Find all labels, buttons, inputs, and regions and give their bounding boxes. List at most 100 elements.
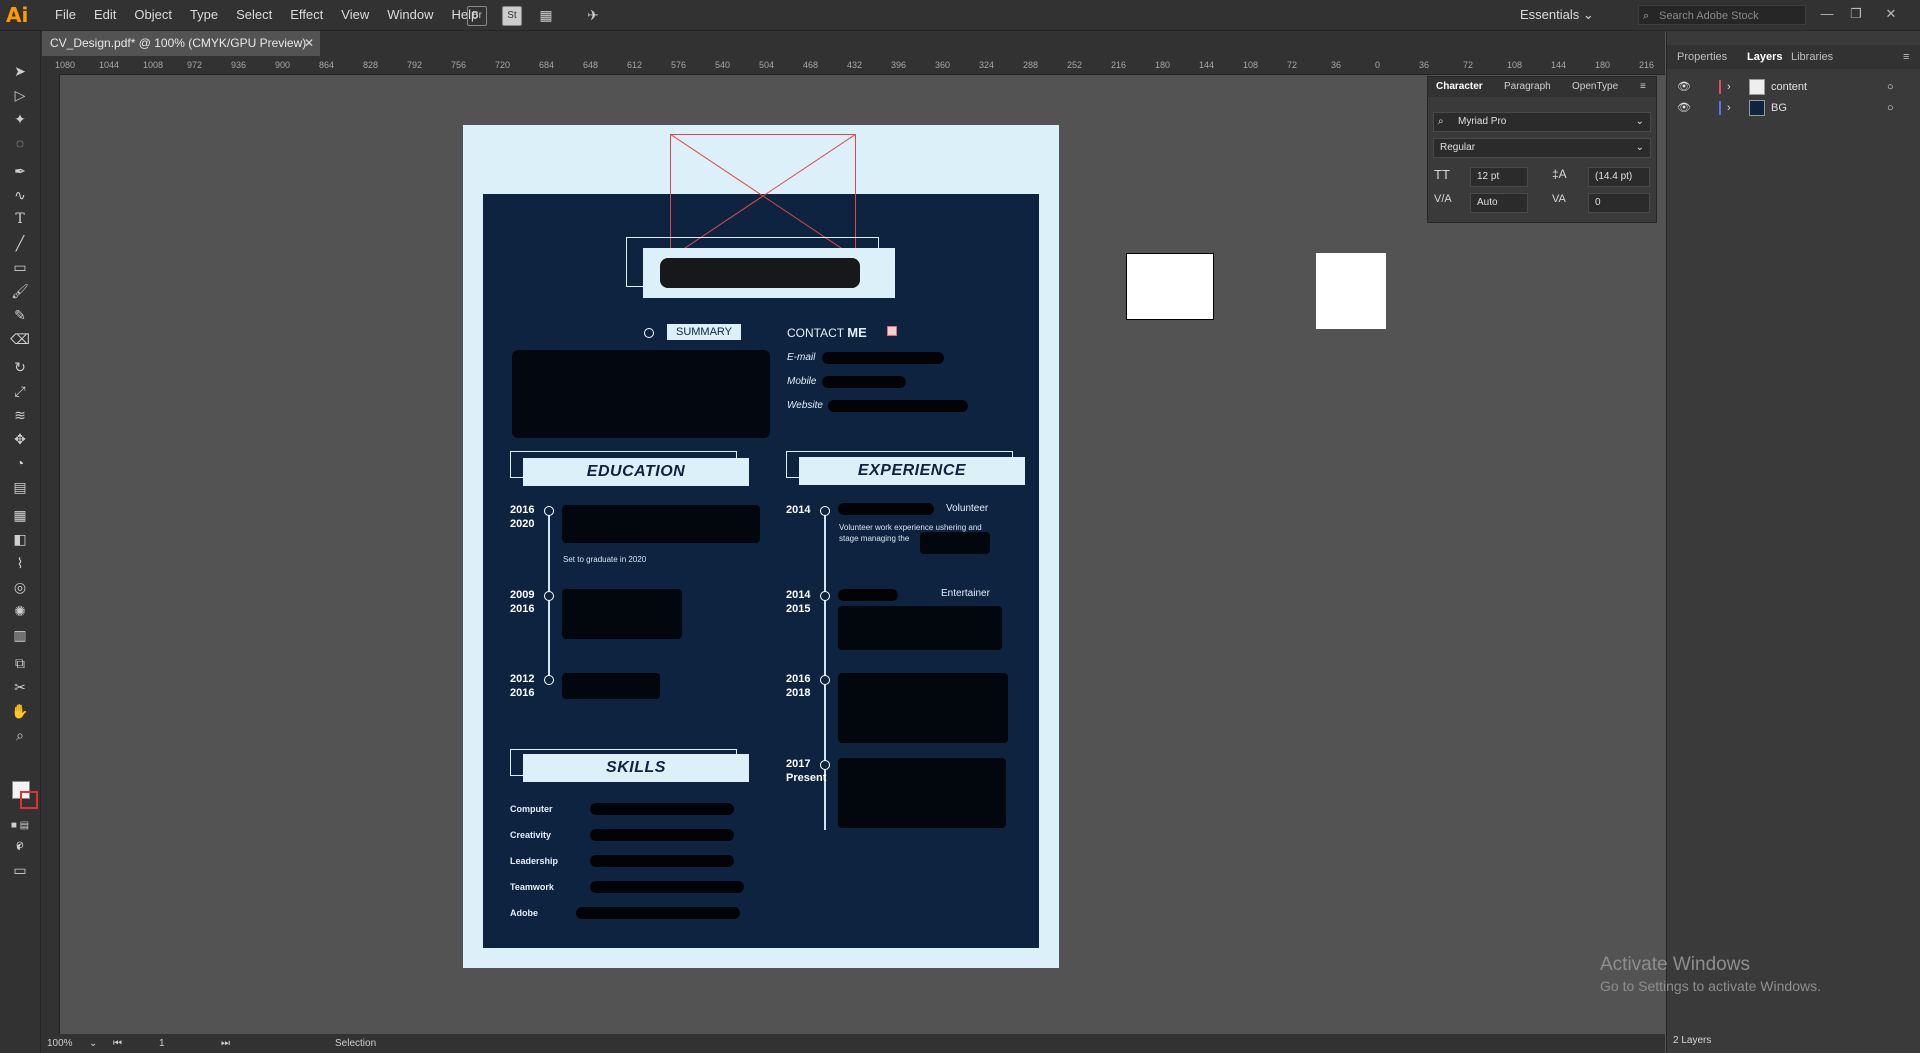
workspace-switcher[interactable]: Essentials ⌄: [1520, 5, 1600, 25]
direct-selection-tool-icon[interactable]: ▷: [8, 85, 32, 105]
tab-paragraph[interactable]: Paragraph: [1504, 77, 1551, 97]
eraser-icon[interactable]: ⌫: [8, 329, 32, 349]
zoom-level[interactable]: 100%: [47, 1034, 73, 1053]
layer-thumbnail-content: [1749, 79, 1765, 95]
menu-object[interactable]: Object: [125, 0, 181, 30]
tab-properties[interactable]: Properties: [1677, 45, 1727, 69]
gpu-performance-icon[interactable]: ✈: [584, 6, 602, 24]
stroke-swatch[interactable]: [20, 791, 38, 809]
line-tool-icon[interactable]: ╱: [8, 233, 32, 253]
canvas-rectangle-1[interactable]: [1126, 253, 1214, 320]
edu-1-start: 2016: [510, 504, 535, 516]
gradient-tool-icon[interactable]: ◧: [8, 529, 32, 549]
eyedropper-icon[interactable]: ⌇: [8, 553, 32, 573]
panel-menu-icon[interactable]: ≡: [1640, 77, 1646, 97]
vertical-ruler: [41, 74, 60, 1034]
tracking-field[interactable]: 0: [1588, 193, 1650, 213]
target-icon[interactable]: ○: [1887, 77, 1894, 97]
puppet-warp-icon[interactable]: ✥: [8, 429, 32, 449]
chevron-right-icon[interactable]: ›: [1727, 77, 1731, 97]
ruler-tick: 72: [1463, 60, 1474, 70]
bridge-icon[interactable]: Br: [467, 6, 487, 26]
pen-tool-icon[interactable]: ✒: [8, 161, 32, 181]
menu-view[interactable]: View: [332, 0, 378, 30]
tab-libraries[interactable]: Libraries: [1791, 45, 1833, 69]
contact-mobile-label: Mobile: [787, 376, 817, 387]
contact-website-label: Website: [787, 400, 823, 411]
page-number[interactable]: 1: [159, 1034, 165, 1053]
close-tab-icon[interactable]: ✕: [304, 31, 314, 56]
magic-wand-icon[interactable]: ✦: [8, 109, 32, 129]
chevron-down-icon[interactable]: ⌄: [89, 1034, 97, 1053]
canvas-rectangle-2[interactable]: [1316, 253, 1386, 329]
menu-file[interactable]: File: [46, 0, 85, 30]
document-tab[interactable]: CV_Design.pdf* @ 100% (CMYK/GPU Preview)…: [42, 31, 320, 56]
chevron-right-icon[interactable]: ›: [1727, 98, 1731, 118]
font-size-icon: TT: [1434, 167, 1450, 182]
ruler-tick: 756: [451, 60, 467, 70]
nav-first-icon[interactable]: ⏮: [113, 1034, 122, 1053]
color-mode-icon[interactable]: ■ ▤ ⊘: [8, 816, 32, 851]
font-style-field[interactable]: Regular ⌄: [1433, 138, 1651, 158]
paintbrush-icon[interactable]: 🖌: [8, 281, 32, 301]
stock-search-placeholder: Search Adobe Stock: [1659, 10, 1759, 22]
menu-type[interactable]: Type: [181, 0, 227, 30]
eye-icon[interactable]: 👁: [1677, 98, 1691, 118]
cv-background[interactable]: [483, 194, 1039, 948]
type-tool-icon[interactable]: T: [8, 209, 32, 229]
minimize-icon[interactable]: —: [1816, 3, 1838, 25]
mesh-tool-icon[interactable]: ▦: [8, 505, 32, 525]
curvature-tool-icon[interactable]: ∿: [8, 185, 32, 205]
chevron-down-icon: ⌄: [1635, 116, 1644, 127]
layer-row-content[interactable]: 👁 › content ○: [1667, 77, 1920, 97]
target-icon[interactable]: ○: [1887, 98, 1894, 118]
nav-last-icon[interactable]: ⏭: [221, 1034, 230, 1053]
kerning-field[interactable]: Auto: [1470, 193, 1528, 213]
menu-window[interactable]: Window: [378, 0, 442, 30]
chevron-down-icon: ⌄: [1635, 142, 1644, 153]
menu-edit[interactable]: Edit: [85, 0, 125, 30]
shape-builder-icon[interactable]: ◔: [8, 453, 32, 473]
tab-opentype[interactable]: OpenType: [1572, 77, 1618, 97]
scale-tool-icon[interactable]: ⤢: [8, 381, 32, 401]
eye-icon[interactable]: 👁: [1677, 77, 1691, 97]
symbol-sprayer-icon[interactable]: ✺: [8, 601, 32, 621]
arrange-documents-icon[interactable]: ▦: [537, 6, 555, 24]
illustrator-logo: Ai: [6, 3, 29, 27]
rectangle-tool-icon[interactable]: ▭: [8, 257, 32, 277]
status-tool: Selection: [335, 1038, 377, 1049]
shaper-tool-icon[interactable]: ✎: [8, 305, 32, 325]
lasso-icon[interactable]: ◌: [8, 133, 32, 153]
menu-select[interactable]: Select: [227, 0, 281, 30]
layer-row-bg[interactable]: 👁 › BG ○: [1667, 98, 1920, 118]
tab-character[interactable]: Character: [1436, 77, 1483, 97]
font-family-field[interactable]: ⌕ Myriad Pro ⌄: [1433, 112, 1651, 132]
selection-tool-icon[interactable]: ➤: [8, 61, 32, 81]
ruler-tick: 0: [1375, 60, 1381, 70]
edu-3-start: 2012: [510, 673, 535, 685]
tracking-icon: VA: [1552, 193, 1566, 205]
leading-field[interactable]: (14.4 pt): [1588, 167, 1650, 187]
close-window-icon[interactable]: ✕: [1880, 3, 1902, 25]
font-size-field[interactable]: 12 pt: [1470, 167, 1528, 187]
screen-mode-icon[interactable]: ▭: [8, 860, 32, 880]
blend-tool-icon[interactable]: ◎: [8, 577, 32, 597]
exp-1-start: 2014: [786, 504, 811, 516]
draw-mode-icon[interactable]: ◐: [8, 836, 32, 856]
stock-icon[interactable]: St: [502, 6, 522, 26]
stock-search-input[interactable]: ⌕ Search Adobe Stock: [1638, 5, 1806, 25]
menu-effect[interactable]: Effect: [281, 0, 332, 30]
rotate-tool-icon[interactable]: ↻: [8, 357, 32, 377]
slice-tool-icon[interactable]: ✂: [8, 677, 32, 697]
tab-layers[interactable]: Layers: [1747, 45, 1782, 69]
panel-menu-icon[interactable]: ≡: [1903, 45, 1909, 69]
warp-tool-icon[interactable]: ≋: [8, 405, 32, 425]
restore-icon[interactable]: ❐: [1845, 3, 1867, 25]
activation-title: Activate Windows: [1600, 954, 1750, 975]
hand-tool-icon[interactable]: ✋: [8, 701, 32, 721]
exp-3-start: 2016: [786, 673, 811, 685]
artboard-tool-icon[interactable]: ⧉: [8, 653, 32, 673]
graph-tool-icon[interactable]: ▥: [8, 625, 32, 645]
perspective-grid-icon[interactable]: ▤: [8, 477, 32, 497]
zoom-tool-icon[interactable]: ⌕: [8, 725, 32, 745]
